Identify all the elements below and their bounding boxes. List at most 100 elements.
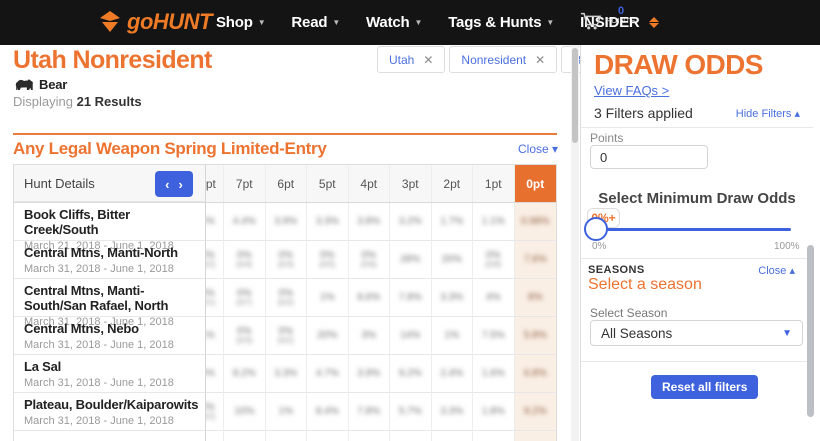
chevron-down-icon: ▼ [332, 18, 340, 27]
odds-cell: 3.3% [307, 203, 349, 241]
column-header-4pt: 4pt [349, 165, 391, 202]
species-label: Bear [39, 77, 67, 92]
odds-cell: 0%(0/4) [224, 241, 266, 279]
table-header-row: Hunt Details‹›8pt7pt6pt5pt4pt3pt2pt1pt0p… [14, 165, 556, 203]
column-header-5pt: 5pt [307, 165, 349, 202]
table-row[interactable]: Central Mtns, Manti-NorthMarch 31, 2018 … [14, 241, 556, 279]
column-header-8pt: 8pt [206, 165, 224, 202]
chevron-down-icon: ▼ [414, 18, 422, 27]
odds-cell: 1.6% [473, 355, 515, 393]
odds-cell: 6% [206, 355, 224, 393]
odds-cell: 3.3% [432, 279, 474, 317]
hunt-name: Book Cliffs, Bitter Creek/South [24, 208, 205, 238]
table-row[interactable]: La SalMarch 31, 2018 - June 1, 20186%8.2… [14, 355, 556, 393]
panel-divider [581, 361, 813, 362]
hunt-name: Plateau, Boulder/Kaiparowits [24, 398, 205, 413]
odds-cell: 0%(0/9) [473, 241, 515, 279]
season-dropdown[interactable]: All Seasons ▼ [590, 320, 803, 346]
chevron-down-icon: ▼ [546, 18, 554, 27]
hunt-details-cell: Book Cliffs, Bitter Creek/SouthMarch 21,… [14, 203, 206, 241]
odds-cell: 1.7% [432, 203, 474, 241]
seasons-heading: SEASONS [588, 264, 645, 276]
prev-page-icon[interactable]: ‹ [165, 178, 169, 191]
odds-cell: 0%(0/2) [266, 279, 308, 317]
panel-title: DRAW ODDS [594, 49, 763, 81]
section-title: Any Legal Weapon Spring Limited-Entry [13, 139, 327, 159]
odds-cell [266, 431, 308, 441]
seasons-subtitle: Select a season [588, 276, 702, 294]
table-row[interactable]: Central Mtns, Manti-South/San Rafael, No… [14, 279, 556, 317]
table-row[interactable]: Book Cliffs, Bitter Creek/SouthMarch 21,… [14, 203, 556, 241]
odds-cell: 9.2% [515, 393, 557, 431]
points-indicator[interactable]: 0 POINTS [600, 5, 642, 25]
odds-cell: 4.7% [307, 355, 349, 393]
results-count: Displaying 21 Results [13, 94, 142, 109]
odds-cell [515, 431, 557, 441]
odds-cell: 28% [390, 241, 432, 279]
nav-item-read[interactable]: Read▼ [291, 14, 340, 31]
close-icon[interactable]: ✕ [423, 53, 433, 67]
column-pager[interactable]: ‹› [155, 171, 193, 197]
chevron-down-icon: ▼ [782, 328, 792, 339]
seasons-close-link[interactable]: Close ▴ [758, 264, 795, 277]
filter-chip-nonresident[interactable]: Nonresident✕ [449, 46, 557, 73]
points-label: POINTS [600, 18, 642, 25]
hunt-name: La Sal [24, 360, 205, 375]
hunt-details-cell [14, 431, 206, 441]
draw-odds-table: Hunt Details‹›8pt7pt6pt5pt4pt3pt2pt1pt0p… [13, 164, 557, 441]
reset-filters-button[interactable]: Reset all filters [651, 375, 758, 399]
panel-scrollbar-thumb[interactable] [807, 245, 814, 417]
column-header-2pt: 2pt [432, 165, 474, 202]
nav-item-tags-hunts[interactable]: Tags & Hunts▼ [448, 14, 554, 31]
hunt-details-cell: Central Mtns, Manti-South/San Rafael, No… [14, 279, 206, 317]
odds-cell: 2% [206, 203, 224, 241]
close-icon[interactable]: ✕ [535, 53, 545, 67]
nav-item-watch[interactable]: Watch▼ [366, 14, 422, 31]
odds-cell: 3.3% [432, 393, 474, 431]
points-input[interactable] [590, 145, 708, 169]
main-scrollbar[interactable] [571, 45, 579, 441]
odds-cell: 10% [224, 393, 266, 431]
nav-item-shop[interactable]: Shop▼ [216, 14, 265, 31]
page-title: Utah Nonresident [13, 46, 212, 75]
points-count: 0 [600, 5, 642, 17]
odds-cell: 8.2% [224, 355, 266, 393]
filter-chip-label: Utah [389, 53, 414, 67]
table-row-partial [14, 431, 556, 441]
odds-cell: 7.8% [349, 393, 391, 431]
table-row[interactable]: Plateau, Boulder/KaiparowitsMarch 31, 20… [14, 393, 556, 431]
species-row: Bear [13, 77, 67, 92]
odds-cell: 7.8% [390, 279, 432, 317]
section-close-link[interactable]: Close ▾ [518, 142, 558, 156]
odds-cell: 1% [266, 393, 308, 431]
page: goHUNT Shop▼Read▼Watch▼Tags & Hunts▼INSI… [0, 0, 820, 441]
odds-cell [307, 431, 349, 441]
next-page-icon[interactable]: › [179, 178, 183, 191]
table-row[interactable]: Central Mtns, NeboMarch 31, 2018 - June … [14, 317, 556, 355]
odds-cell: 1% [206, 317, 224, 355]
hunt-dates: March 31, 2018 - June 1, 2018 [24, 339, 205, 351]
filter-chip-utah[interactable]: Utah ✕ [377, 46, 445, 73]
odds-cell: 8% [515, 279, 557, 317]
hunt-name: Central Mtns, Manti-North [24, 246, 205, 261]
cart-icon[interactable] [580, 11, 602, 36]
hunt-details-cell: La SalMarch 31, 2018 - June 1, 2018 [14, 355, 206, 393]
odds-cell: 0%(0/2) [206, 241, 224, 279]
section-divider [13, 133, 557, 135]
odds-cell: 3.2% [390, 203, 432, 241]
view-faqs-link[interactable]: View FAQs > [594, 83, 669, 98]
hunt-details-cell: Plateau, Boulder/KaiparowitsMarch 31, 20… [14, 393, 206, 431]
odds-cell: 3% [349, 317, 391, 355]
odds-cell: 3.3% [266, 355, 308, 393]
odds-cell: 0%(0/7) [224, 279, 266, 317]
odds-slider-handle[interactable] [584, 217, 608, 241]
main-scrollbar-thumb[interactable] [572, 48, 578, 143]
odds-cell: 4% [473, 279, 515, 317]
season-selected-value: All Seasons [601, 326, 672, 341]
odds-cell: 4.4% [224, 203, 266, 241]
odds-slider-track[interactable] [594, 228, 791, 231]
odds-cell: 1.8% [473, 393, 515, 431]
hide-filters-link[interactable]: Hide Filters ▴ [736, 107, 800, 120]
gohunt-logo[interactable]: goHUNT [98, 9, 212, 35]
odds-cell [349, 431, 391, 441]
